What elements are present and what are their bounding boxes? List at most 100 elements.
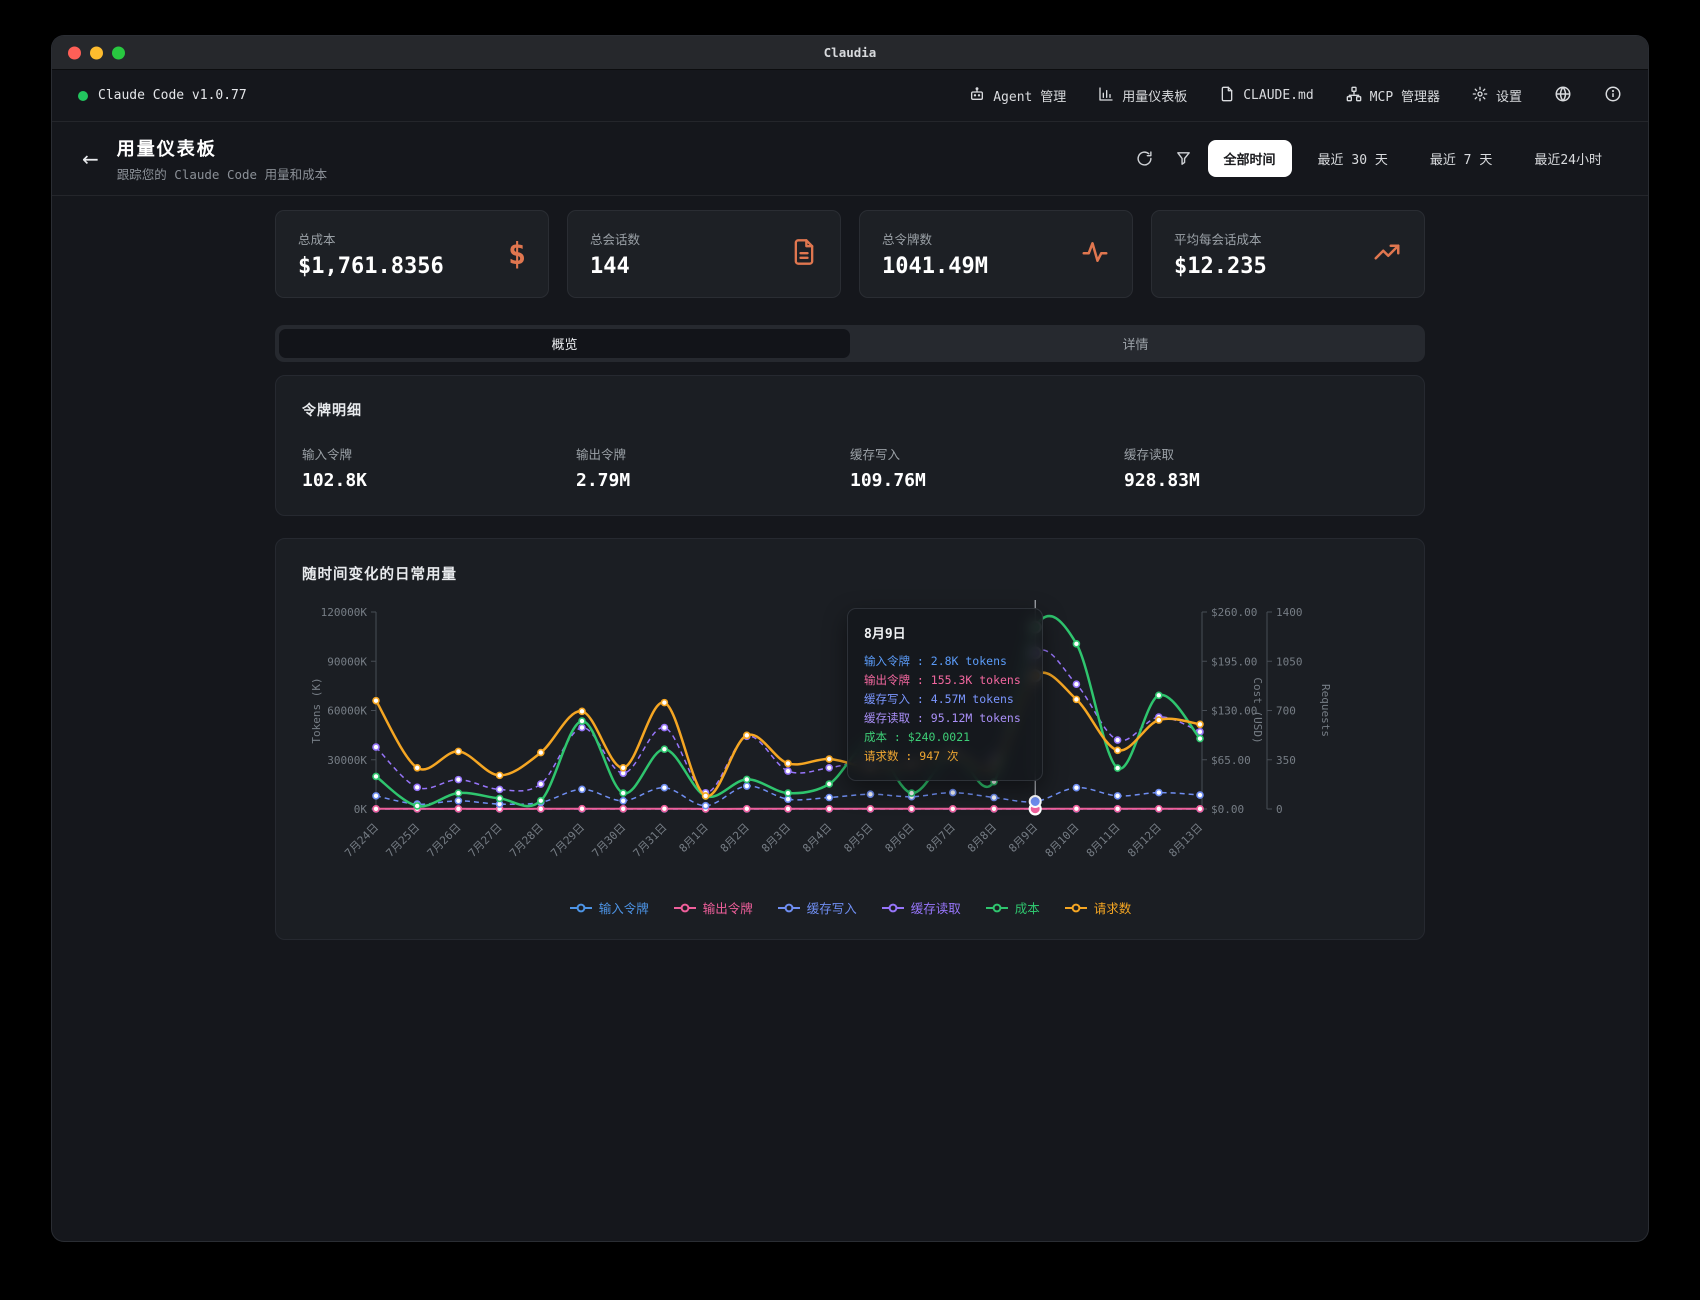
- legend-item-输出令牌[interactable]: 输出令牌: [673, 898, 753, 917]
- svg-text:8月3日: 8月3日: [759, 821, 793, 855]
- svg-text:7月24日: 7月24日: [342, 821, 381, 860]
- time-range-all[interactable]: 全部时间: [1208, 140, 1292, 177]
- tooltip-row: 请求数 : 947 次: [864, 747, 1026, 766]
- breakdown-output-tokens: 输出令牌 2.79M: [576, 444, 850, 491]
- svg-text:0: 0: [1276, 803, 1283, 816]
- svg-text:8月4日: 8月4日: [800, 821, 834, 855]
- tooltip-row: 缓存读取 : 95.12M tokens: [864, 709, 1026, 728]
- page-title: 用量仪表板: [117, 135, 327, 161]
- svg-text:350: 350: [1276, 754, 1296, 767]
- svg-text:8月7日: 8月7日: [924, 821, 958, 855]
- legend-item-缓存读取[interactable]: 缓存读取: [881, 898, 961, 917]
- view-tabs: 概览 详情: [275, 325, 1425, 362]
- svg-text:60000K: 60000K: [327, 705, 367, 718]
- svg-text:7月30日: 7月30日: [590, 821, 629, 860]
- svg-text:$195.00: $195.00: [1211, 655, 1257, 668]
- minimize-window-button[interactable]: [90, 46, 103, 59]
- daily-usage-chart-card: 随时间变化的日常用量 0K30000K60000K90000K120000KTo…: [275, 538, 1425, 940]
- svg-text:90000K: 90000K: [327, 655, 367, 668]
- breakdown-cache-read: 缓存读取 928.83M: [1124, 444, 1398, 491]
- svg-text:8月9日: 8月9日: [1006, 821, 1040, 855]
- window-title: Claudia: [824, 45, 877, 60]
- legend-marker-icon: [881, 903, 905, 913]
- nav-claude-md[interactable]: CLAUDE.md: [1219, 86, 1313, 106]
- legend-item-请求数[interactable]: 请求数: [1064, 898, 1132, 917]
- filter-button[interactable]: [1169, 144, 1198, 173]
- file-text-icon: [790, 238, 818, 270]
- svg-text:8月5日: 8月5日: [841, 821, 875, 855]
- app-window: Claudia Claude Code v1.0.77 Agent 管理: [52, 36, 1648, 1241]
- tooltip-row: 输出令牌 : 155.3K tokens: [864, 671, 1026, 690]
- page-header: ← 用量仪表板 跟踪您的 Claude Code 用量和成本 全部时间 最近 3…: [52, 122, 1648, 196]
- breakdown-input-tokens: 输入令牌 102.8K: [302, 444, 576, 491]
- time-range-7d[interactable]: 最近 7 天: [1414, 140, 1508, 177]
- nav-mcp-manager[interactable]: MCP 管理器: [1346, 86, 1440, 106]
- nav-settings[interactable]: 设置: [1472, 86, 1522, 106]
- legend-marker-icon: [673, 903, 697, 913]
- svg-text:$130.00: $130.00: [1211, 705, 1257, 718]
- chart-legend: 输入令牌 输出令牌 缓存写入 缓存读取 成本 请求数: [302, 898, 1398, 917]
- tooltip-date: 8月9日: [864, 623, 1026, 642]
- language-globe-button[interactable]: [1554, 85, 1572, 107]
- activity-icon: [1080, 237, 1110, 271]
- svg-text:1050: 1050: [1276, 655, 1303, 668]
- stat-card-total-tokens: 总令牌数 1041.49M: [859, 210, 1133, 298]
- trending-up-icon: [1372, 237, 1402, 271]
- time-range-controls: 全部时间 最近 30 天 最近 7 天 最近24小时: [1130, 140, 1618, 177]
- svg-text:7月26日: 7月26日: [425, 821, 464, 860]
- bar-chart-icon: [1098, 86, 1114, 106]
- svg-text:8月2日: 8月2日: [718, 821, 752, 855]
- breakdown-cache-write: 缓存写入 109.76M: [850, 444, 1124, 491]
- token-breakdown-title: 令牌明细: [302, 400, 1398, 420]
- stat-card-total-sessions: 总会话数 144: [567, 210, 841, 298]
- nav-usage-dashboard[interactable]: 用量仪表板: [1098, 86, 1187, 106]
- svg-text:120000K: 120000K: [321, 606, 368, 619]
- legend-item-成本[interactable]: 成本: [985, 898, 1040, 917]
- info-button[interactable]: [1604, 85, 1622, 107]
- svg-text:$0.00: $0.00: [1211, 803, 1244, 816]
- svg-text:7月29日: 7月29日: [548, 821, 587, 860]
- legend-marker-icon: [985, 903, 1009, 913]
- network-icon: [1346, 86, 1362, 106]
- token-breakdown-card: 令牌明细 输入令牌 102.8K 输出令牌 2.79M 缓存写入 109.76M: [275, 375, 1425, 516]
- tooltip-row: 输入令牌 : 2.8K tokens: [864, 652, 1026, 671]
- gear-icon: [1472, 86, 1488, 106]
- legend-item-缓存写入[interactable]: 缓存写入: [777, 898, 857, 917]
- svg-text:8月8日: 8月8日: [965, 821, 999, 855]
- stats-row: 总成本 $1,761.8356 $ 总会话数 144: [275, 210, 1425, 298]
- globe-icon: [1554, 85, 1572, 107]
- tab-details[interactable]: 详情: [850, 329, 1421, 358]
- svg-text:8月13日: 8月13日: [1166, 821, 1205, 860]
- document-icon: [1219, 86, 1235, 106]
- traffic-lights: [68, 46, 125, 59]
- svg-text:Requests: Requests: [1319, 684, 1332, 737]
- svg-text:8月1日: 8月1日: [677, 821, 711, 855]
- page-subtitle: 跟踪您的 Claude Code 用量和成本: [117, 164, 327, 183]
- zoom-window-button[interactable]: [112, 46, 125, 59]
- refresh-button[interactable]: [1130, 144, 1159, 173]
- legend-item-输入令牌[interactable]: 输入令牌: [569, 898, 649, 917]
- tab-overview[interactable]: 概览: [279, 329, 850, 358]
- svg-text:$260.00: $260.00: [1211, 606, 1257, 619]
- svg-text:30000K: 30000K: [327, 754, 367, 767]
- chart-title: 随时间变化的日常用量: [302, 563, 1398, 584]
- svg-text:8月12日: 8月12日: [1125, 821, 1164, 860]
- close-window-button[interactable]: [68, 46, 81, 59]
- svg-text:Cost (USD): Cost (USD): [1251, 677, 1264, 743]
- svg-text:8月11日: 8月11日: [1084, 821, 1123, 860]
- svg-text:700: 700: [1276, 705, 1296, 718]
- stat-card-total-cost: 总成本 $1,761.8356 $: [275, 210, 549, 298]
- back-button[interactable]: ←: [82, 147, 99, 171]
- tooltip-row: 成本 : $240.0021: [864, 728, 1026, 747]
- main-content: 总成本 $1,761.8356 $ 总会话数 144: [275, 210, 1425, 940]
- dollar-icon: $: [508, 237, 526, 272]
- stat-card-avg-cost: 平均每会话成本 $12.235: [1151, 210, 1425, 298]
- legend-marker-icon: [569, 903, 593, 913]
- screen: Claudia Claude Code v1.0.77 Agent 管理: [0, 0, 1700, 1300]
- nav-agent-manager[interactable]: Agent 管理: [969, 86, 1066, 106]
- time-range-24h[interactable]: 最近24小时: [1518, 140, 1618, 177]
- time-range-30d[interactable]: 最近 30 天: [1302, 140, 1404, 177]
- svg-text:8月10日: 8月10日: [1043, 821, 1082, 860]
- chart-tooltip: 8月9日 输入令牌 : 2.8K tokens输出令牌 : 155.3K tok…: [847, 608, 1043, 781]
- legend-marker-icon: [1064, 903, 1088, 913]
